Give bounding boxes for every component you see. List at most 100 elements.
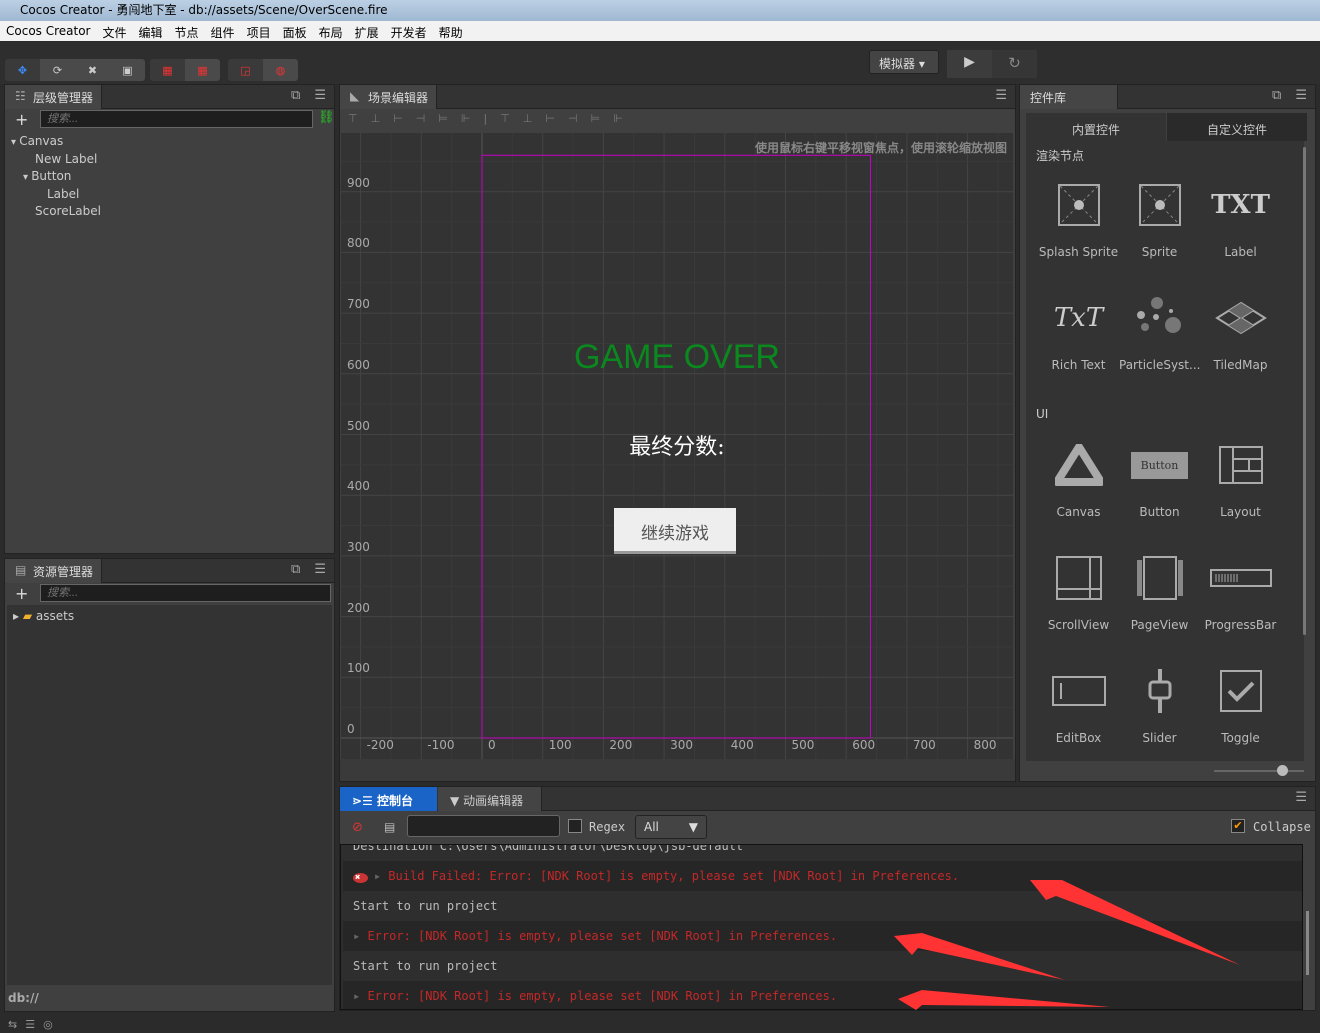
widget-scrollview[interactable]: ScrollView xyxy=(1038,548,1119,632)
toolbar: ✥ ⟳ ✖ ▣ ▦ ▦ ◲ ◍ 模拟器 ▾ ▶ ↻ xyxy=(0,42,1320,84)
tab-console[interactable]: ⋗☰ 控制台 xyxy=(340,787,437,811)
platform-select[interactable]: 模拟器 ▾ xyxy=(869,50,939,74)
log-row[interactable]: ▸ Error: [NDK Root] is empty, please set… xyxy=(343,981,1302,1009)
widget-splashsprite[interactable]: Splash Sprite xyxy=(1038,175,1119,259)
move-tool-icon[interactable]: ✥ xyxy=(5,59,40,81)
scale-tool-icon[interactable]: ✖ xyxy=(75,59,110,81)
log-row[interactable]: Start to run project xyxy=(343,951,1302,981)
widget-canvas[interactable]: Canvas xyxy=(1038,435,1119,519)
editbox-icon xyxy=(1038,661,1119,721)
collapse-checkbox[interactable]: ✔ xyxy=(1231,819,1245,833)
menu-icon[interactable]: ☰ xyxy=(1295,88,1307,103)
local-icon[interactable]: ◲ xyxy=(228,59,263,81)
slider-handle[interactable] xyxy=(1277,765,1288,776)
menu-icon[interactable]: ☰ xyxy=(314,562,326,577)
global-icon[interactable]: ◍ xyxy=(263,59,298,81)
menu-item[interactable]: 面板 xyxy=(283,24,307,40)
console-filter-input[interactable] xyxy=(407,815,560,837)
open-log-icon[interactable]: ▤ xyxy=(384,820,395,834)
regex-checkbox[interactable] xyxy=(568,819,582,833)
widget-richtext[interactable]: TxT Rich Text xyxy=(1038,288,1119,372)
widget-slider[interactable]: Slider xyxy=(1119,661,1200,745)
log-row[interactable]: Destination C:\Users\Administrator\Deskt… xyxy=(343,844,1302,861)
animation-icon: ▼ xyxy=(450,794,460,808)
log-row[interactable]: ▸ Error: [NDK Root] is empty, please set… xyxy=(343,921,1302,951)
center-icon[interactable]: ▦ xyxy=(185,59,220,81)
database-icon[interactable]: ☰ xyxy=(25,1018,43,1031)
tab-animation[interactable]: ▼ 动画编辑器 xyxy=(438,787,542,811)
widget-editbox[interactable]: EditBox xyxy=(1038,661,1119,745)
menu-item[interactable]: 开发者 xyxy=(391,24,427,40)
y-tick-label: 400 xyxy=(347,479,370,494)
console-scrollbar[interactable] xyxy=(1306,911,1309,975)
menu-item[interactable]: 帮助 xyxy=(439,24,463,40)
expand-arrow-icon[interactable]: ▸ xyxy=(353,989,367,1003)
library-scrollbar[interactable] xyxy=(1303,147,1306,635)
log-row[interactable]: Start to run project xyxy=(343,891,1302,921)
widget-button[interactable]: Button Button xyxy=(1119,435,1200,519)
sync-icon[interactable]: ⇆ xyxy=(8,1018,25,1031)
tab-library[interactable]: 控件库 xyxy=(1020,85,1118,109)
hierarchy-search-input[interactable] xyxy=(40,110,313,128)
menu-item[interactable]: Cocos Creator xyxy=(6,24,91,38)
popout-icon[interactable]: ⧉ xyxy=(291,562,300,577)
add-asset-button[interactable]: + xyxy=(15,584,28,603)
expand-arrow-icon[interactable]: ▸ xyxy=(353,929,367,943)
expand-arrow-icon[interactable]: ▾ xyxy=(23,172,31,183)
assets-search-input[interactable] xyxy=(40,584,331,602)
menu-icon[interactable]: ☰ xyxy=(1295,790,1307,805)
menu-item[interactable]: 扩展 xyxy=(355,24,379,40)
tree-node[interactable]: ▾ Button xyxy=(11,168,101,186)
align-tools[interactable]: ⊤⊥⊢⊣⊨⊩|⊤⊥⊢⊣⊨⊩ xyxy=(348,112,636,125)
expand-arrow-icon[interactable]: ▾ xyxy=(11,137,19,148)
widget-label: Rich Text xyxy=(1051,358,1106,372)
menu-item[interactable]: 节点 xyxy=(175,24,199,40)
widget-tiledmap[interactable]: TiledMap xyxy=(1200,288,1281,372)
widget-layout[interactable]: Layout xyxy=(1200,435,1281,519)
link-icon[interactable]: ⛓ xyxy=(318,110,335,125)
tree-node[interactable]: ScoreLabel xyxy=(11,203,101,220)
tab-hierarchy[interactable]: ☷ 层级管理器 xyxy=(5,85,103,109)
widget-label: EditBox xyxy=(1055,731,1102,745)
log-row[interactable]: ✖ ▸ Build Failed: Error: [NDK Root] is e… xyxy=(343,861,1302,891)
asset-item-assets[interactable]: ▸ ▰ assets xyxy=(13,608,74,625)
expand-arrow-icon[interactable]: ▸ xyxy=(374,869,388,883)
menu-icon[interactable]: ☰ xyxy=(314,88,326,103)
add-node-button[interactable]: + xyxy=(15,110,28,129)
rotate-tool-icon[interactable]: ⟳ xyxy=(40,59,75,81)
menu-item[interactable]: 布局 xyxy=(319,24,343,40)
widget-particlesyst[interactable]: ParticleSyst... xyxy=(1119,288,1200,372)
widget-label: ParticleSyst... xyxy=(1119,358,1201,372)
visibility-icon[interactable]: ◎ xyxy=(43,1018,61,1031)
widget-toggle[interactable]: Toggle xyxy=(1200,661,1281,745)
icon-size-slider[interactable] xyxy=(1214,770,1304,772)
play-button[interactable]: ▶ xyxy=(947,50,992,78)
scene-viewport[interactable]: 使用鼠标右键平移视窗焦点，使用滚轮缩放视图 GAME OVER 最终分数: 继续… xyxy=(341,133,1013,759)
menu-item[interactable]: 组件 xyxy=(211,24,235,40)
menu-icon[interactable]: ☰ xyxy=(995,88,1007,103)
menu-item[interactable]: 文件 xyxy=(103,24,127,40)
popout-icon[interactable]: ⧉ xyxy=(291,88,300,103)
menu-item[interactable]: 编辑 xyxy=(139,24,163,40)
clear-icon[interactable]: ⊘ xyxy=(352,820,363,835)
widget-sprite[interactable]: Sprite xyxy=(1119,175,1200,259)
widget-pageview[interactable]: PageView xyxy=(1119,548,1200,632)
tree-node[interactable]: Label xyxy=(11,186,101,203)
error-icon: ✖ xyxy=(353,873,368,883)
tab-custom-widgets[interactable]: 自定义控件 xyxy=(1167,113,1307,141)
widget-label[interactable]: TXT Label xyxy=(1200,175,1281,259)
tree-node[interactable]: ▾ Canvas xyxy=(11,133,101,151)
tab-assets[interactable]: ▤ 资源管理器 xyxy=(5,559,103,583)
tree-node[interactable]: New Label xyxy=(11,151,101,168)
popout-icon[interactable]: ⧉ xyxy=(1272,88,1281,103)
refresh-button[interactable]: ↻ xyxy=(992,50,1037,78)
log-text: Destination C:\Users\Administrator\Deskt… xyxy=(353,844,744,853)
tab-builtin-widgets[interactable]: 内置控件 xyxy=(1026,113,1166,143)
tab-scene[interactable]: ◣ 场景编辑器 xyxy=(340,85,438,109)
continue-button[interactable]: 继续游戏 xyxy=(614,508,736,554)
widget-progressbar[interactable]: ProgressBar xyxy=(1200,548,1281,632)
log-level-select[interactable]: All ▼ xyxy=(635,815,707,839)
pivot-icon[interactable]: ▦ xyxy=(150,59,185,81)
rect-tool-icon[interactable]: ▣ xyxy=(110,59,145,81)
menu-item[interactable]: 项目 xyxy=(247,24,271,40)
